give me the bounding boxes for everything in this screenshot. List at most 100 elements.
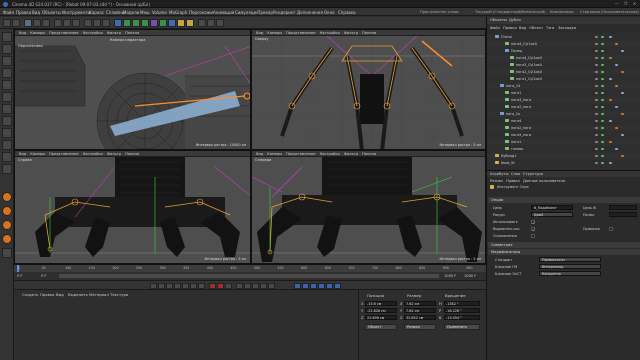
vp-menu-display[interactable]: Представление xyxy=(49,31,78,35)
paint-icon[interactable] xyxy=(2,220,12,230)
timeline-mode-4-icon[interactable] xyxy=(318,283,325,289)
vp-menu-view[interactable]: Вид xyxy=(256,152,263,156)
visibility-dot-icon[interactable] xyxy=(595,154,598,157)
vp-menu-display[interactable]: Представление xyxy=(286,31,315,35)
tag-icon[interactable] xyxy=(609,56,612,59)
near-gm-dropdown[interactable]: Интерполяц. xyxy=(539,264,601,269)
tag-icon[interactable] xyxy=(615,105,618,108)
workplane-icon[interactable] xyxy=(207,19,215,27)
subdivision-icon[interactable] xyxy=(132,19,140,27)
snap-icon[interactable] xyxy=(198,19,206,27)
visibility-dot-icon[interactable] xyxy=(595,49,598,52)
rotate-icon[interactable] xyxy=(42,19,50,27)
visibility-dot-icon[interactable] xyxy=(595,70,598,73)
tag-icon[interactable] xyxy=(609,140,612,143)
redo-icon[interactable] xyxy=(12,19,20,27)
enabled-check-icon[interactable] xyxy=(601,105,604,108)
vp-menu-view[interactable]: Вид xyxy=(19,31,26,35)
tag-icon[interactable] xyxy=(615,126,618,129)
s-plugin-icon[interactable] xyxy=(2,206,12,216)
enabled-check-icon[interactable] xyxy=(601,112,604,115)
section-modifiers[interactable]: Модификаторы xyxy=(488,249,640,255)
enabled-check-icon[interactable] xyxy=(601,154,604,157)
cloner-icon[interactable] xyxy=(141,19,149,27)
enabled-check-icon[interactable] xyxy=(601,119,604,122)
enabled-check-icon[interactable] xyxy=(601,56,604,59)
menu-mesh-frame[interactable]: Каркас xyxy=(89,10,104,15)
bodypaint-icon[interactable] xyxy=(2,234,12,244)
section-options[interactable]: Опции xyxy=(488,197,640,203)
menu-tools[interactable]: Инструменты xyxy=(62,10,91,15)
menu-window[interactable]: Окно xyxy=(324,10,335,15)
menu-view[interactable]: Вид xyxy=(32,10,40,15)
object-row[interactable]: Плечо xyxy=(487,34,640,40)
menu-mesh[interactable]: Меш xyxy=(140,10,150,15)
tab-layers[interactable]: Слои xyxy=(511,172,520,176)
undo-icon[interactable] xyxy=(3,19,11,27)
locking-icon[interactable] xyxy=(2,152,12,162)
record-icon[interactable] xyxy=(209,283,216,289)
camera-icon[interactable] xyxy=(177,19,185,27)
enabled-check-icon[interactable] xyxy=(601,49,604,52)
timeline-mode-5-icon[interactable] xyxy=(326,283,333,289)
coords-size-mode-dropdown[interactable]: Размер xyxy=(404,324,436,330)
ik-target-field[interactable] xyxy=(609,205,637,210)
object-row[interactable]: нога1_Cyl1ик0 xyxy=(487,76,640,82)
visibility-dot-icon[interactable] xyxy=(595,56,598,59)
material-menu-texture[interactable]: Текстура xyxy=(110,292,128,297)
material-menu-edit[interactable]: Правка xyxy=(40,292,54,297)
end-frame-2[interactable]: 1000 F xyxy=(464,274,476,278)
vp-menu-filter[interactable]: Фильтр xyxy=(344,31,358,35)
cube-icon[interactable] xyxy=(114,19,122,27)
am-menu-userdata[interactable]: Данные пользователя xyxy=(523,179,565,183)
object-row[interactable]: Кубоид1 xyxy=(487,153,640,159)
tag-icon[interactable] xyxy=(621,133,624,136)
enabled-check-icon[interactable] xyxy=(601,140,604,143)
vp-menu-display[interactable]: Представление xyxy=(49,152,78,156)
tag-icon[interactable] xyxy=(621,70,624,73)
object-row[interactable]: Палец xyxy=(487,48,640,54)
menu-animation[interactable]: Анимация xyxy=(213,10,234,15)
keyframe-selection-icon[interactable] xyxy=(225,283,232,289)
render-icon[interactable] xyxy=(93,19,101,27)
vp-menu-panel[interactable]: Панели xyxy=(125,152,139,156)
size-y-field[interactable]: 7.82 см xyxy=(404,308,436,313)
visibility-dot-icon[interactable] xyxy=(595,140,598,143)
object-row[interactable]: нога3_нога xyxy=(487,132,640,138)
vp-menu-options[interactable]: Настройки xyxy=(320,152,340,156)
object-row[interactable]: нога2_нога xyxy=(487,104,640,110)
tag-icon[interactable] xyxy=(609,98,612,101)
am-menu-edit[interactable]: Правка xyxy=(506,179,520,183)
visibility-dot-icon[interactable] xyxy=(595,84,598,87)
enabled-check-icon[interactable] xyxy=(601,133,604,136)
scene-icon[interactable] xyxy=(168,19,176,27)
tag-icon[interactable] xyxy=(615,63,618,66)
uv-mode-icon[interactable] xyxy=(2,104,12,114)
object-row[interactable]: нога3_нога xyxy=(487,97,640,103)
field-icon[interactable] xyxy=(159,19,167,27)
points-mode-icon[interactable] xyxy=(2,68,12,78)
pos-x-field[interactable]: -13.6 см xyxy=(365,301,397,306)
object-row[interactable]: нога1 xyxy=(487,139,640,145)
previous-key-icon[interactable] xyxy=(158,283,165,289)
enabled-check-icon[interactable] xyxy=(601,91,604,94)
object-row[interactable]: нога1 xyxy=(487,90,640,96)
om-menu-edit[interactable]: Правка xyxy=(503,26,517,30)
move-icon[interactable] xyxy=(24,19,32,27)
object-row[interactable]: нога2_нога xyxy=(487,125,640,131)
tag-icon[interactable] xyxy=(609,119,612,122)
deformer-icon[interactable] xyxy=(150,19,158,27)
vp-menu-cameras[interactable]: Камеры xyxy=(30,31,45,35)
coords-apply-button[interactable]: Применить xyxy=(444,324,480,330)
go-to-start-icon[interactable] xyxy=(150,283,157,289)
visibility-dot-icon[interactable] xyxy=(595,112,598,115)
pos-y-field[interactable]: -22.828 см xyxy=(365,308,397,313)
target-field[interactable]: 6_Подобъект xyxy=(531,205,573,210)
axis-z-icon[interactable] xyxy=(72,19,80,27)
tag-icon[interactable] xyxy=(621,49,624,52)
edges-mode-icon[interactable] xyxy=(2,80,12,90)
menu-edit[interactable]: Правка xyxy=(16,10,31,15)
object-row[interactable]: голова xyxy=(487,146,640,152)
menu-simulation[interactable]: Симуляция xyxy=(235,10,258,15)
minimize-button[interactable]: — xyxy=(612,1,621,7)
